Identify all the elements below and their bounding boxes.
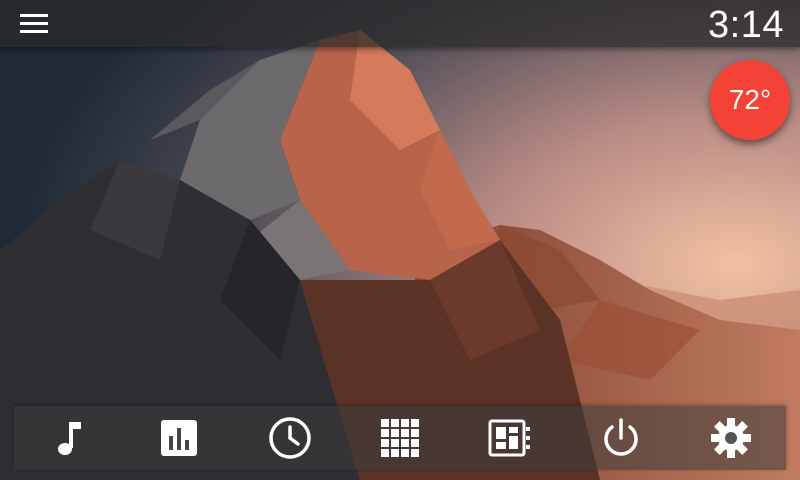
settings-gear-icon xyxy=(710,418,751,458)
top-bar: 3:14 xyxy=(0,0,800,47)
temperature-value: 72° xyxy=(728,84,772,115)
music-button[interactable] xyxy=(39,408,99,468)
power-button[interactable] xyxy=(591,408,651,468)
clock-time: 3:14 xyxy=(708,4,784,46)
app-dock xyxy=(14,406,786,470)
power-icon xyxy=(603,418,638,456)
settings-button[interactable] xyxy=(701,408,761,468)
menu-button[interactable] xyxy=(14,8,56,40)
stats-button[interactable] xyxy=(149,408,209,468)
temperature-button[interactable]: 72° xyxy=(710,60,790,140)
grid-apps-icon xyxy=(380,419,419,457)
dashboard-icon xyxy=(488,419,531,457)
clock-icon xyxy=(268,417,311,459)
music-note-icon xyxy=(58,422,82,455)
menu-icon xyxy=(20,14,48,33)
clock-button[interactable] xyxy=(260,408,320,468)
apps-button[interactable] xyxy=(370,408,430,468)
bar-chart-icon xyxy=(161,420,198,456)
dashboard-button[interactable] xyxy=(480,408,540,468)
